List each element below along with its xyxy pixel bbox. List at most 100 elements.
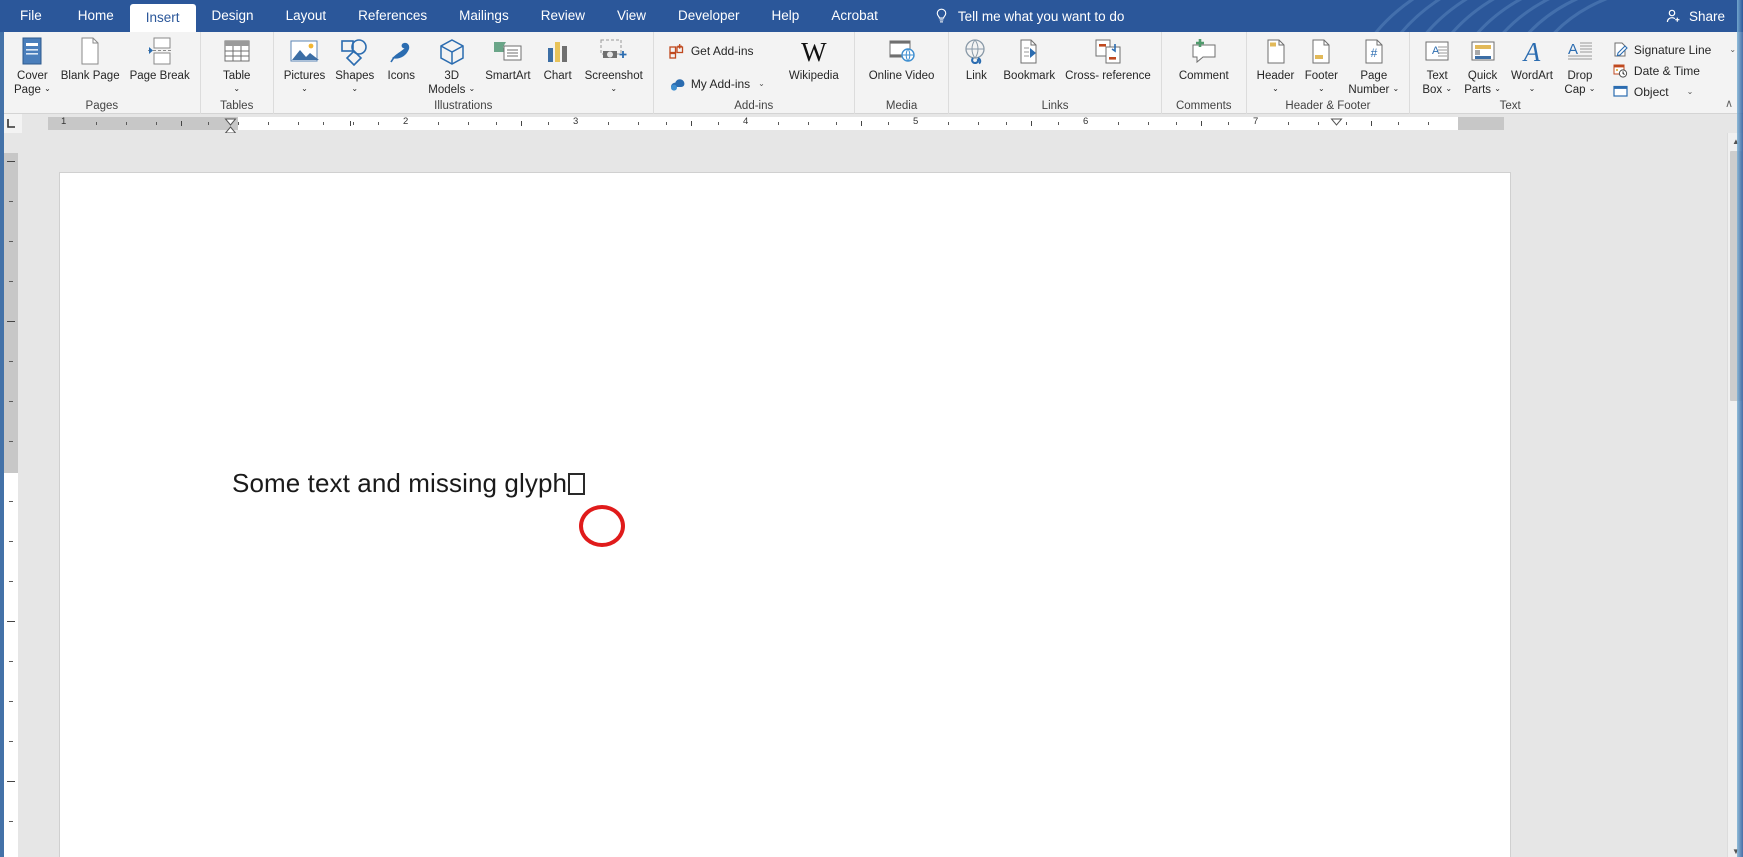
share-button[interactable]: Share — [1665, 0, 1725, 32]
tab-layout[interactable]: Layout — [270, 0, 343, 32]
pictures-label: Pictures⌄ — [284, 70, 326, 96]
first-line-indent-marker[interactable] — [224, 118, 237, 134]
blank-page-button[interactable]: Blank Page — [56, 32, 125, 83]
table-label: Table⌄ — [223, 70, 251, 96]
ribbon-tab-list[interactable]: File Home Insert Design Layout Reference… — [0, 0, 894, 32]
group-label-comments: Comments — [1162, 100, 1246, 112]
person-add-icon — [1665, 8, 1682, 24]
tab-view[interactable]: View — [601, 0, 662, 32]
bookmark-button[interactable]: Bookmark — [998, 32, 1060, 83]
online-video-button[interactable]: Online Video — [864, 32, 940, 83]
tab-insert[interactable]: Insert — [130, 4, 196, 32]
document-page[interactable]: Some text and missing glyph — [60, 173, 1510, 857]
date-time-button[interactable]: Date & Time — [1608, 60, 1741, 81]
ribbon-group-pages: CoverPage ⌄ Blank Page — [4, 32, 200, 114]
page-number-button[interactable]: # PageNumber ⌄ — [1343, 32, 1404, 96]
title-tab-bar: File Home Insert Design Layout Reference… — [0, 0, 1743, 32]
tab-mailings[interactable]: Mailings — [443, 0, 525, 32]
object-button[interactable]: Object ⌄ — [1608, 81, 1741, 102]
table-button[interactable]: Table⌄ — [215, 32, 259, 96]
page-break-button[interactable]: Page Break — [125, 32, 195, 83]
tab-developer[interactable]: Developer — [662, 0, 756, 32]
get-addins-icon — [669, 43, 685, 59]
window-right-edge — [1737, 0, 1743, 857]
page-break-icon — [146, 36, 174, 68]
wordart-button[interactable]: A WordArt⌄ — [1506, 32, 1558, 96]
link-button[interactable]: Link — [954, 32, 998, 83]
wordart-icon: A — [1524, 36, 1541, 68]
online-video-label: Online Video — [869, 70, 935, 83]
ruler-number-5: 5 — [913, 116, 918, 127]
tell-me-label: Tell me what you want to do — [958, 9, 1125, 24]
comment-button[interactable]: Comment — [1174, 32, 1234, 83]
ruler-right-margin — [1458, 117, 1504, 130]
cross-reference-label: Cross- reference — [1065, 70, 1151, 83]
collapse-ribbon-button[interactable]: ∧ — [1725, 97, 1733, 110]
lightbulb-icon — [934, 8, 949, 25]
ruler-number-3: 3 — [573, 116, 578, 127]
icons-icon — [386, 36, 416, 68]
ruler-number-2: 2 — [403, 116, 408, 127]
cross-reference-button[interactable]: Cross- reference — [1060, 32, 1156, 83]
icons-button[interactable]: Icons — [379, 32, 423, 83]
footer-button[interactable]: Footer⌄ — [1299, 32, 1343, 96]
chevron-down-icon[interactable]: ⌄ — [1729, 45, 1736, 54]
comment-icon — [1189, 36, 1219, 68]
smartart-button[interactable]: SmartArt — [480, 32, 535, 83]
3d-models-button[interactable]: 3DModels ⌄ — [423, 32, 480, 96]
tab-references[interactable]: References — [342, 0, 443, 32]
drop-cap-label: DropCap ⌄ — [1564, 70, 1595, 96]
signature-line-button[interactable]: Signature Line ⌄ — [1608, 39, 1741, 60]
signature-line-icon — [1613, 42, 1628, 57]
ribbon-group-illustrations: Pictures⌄ Shapes⌄ — [273, 32, 653, 114]
tab-help[interactable]: Help — [756, 0, 816, 32]
svg-text:#: # — [1370, 46, 1377, 60]
drop-cap-button[interactable]: A DropCap ⌄ — [1558, 32, 1602, 96]
tell-me-search[interactable]: Tell me what you want to do — [934, 0, 1125, 32]
horizontal-ruler[interactable]: 1 2 3 4 5 6 7 — [48, 117, 1504, 130]
page-number-label: PageNumber ⌄ — [1348, 70, 1399, 96]
chart-icon — [545, 36, 571, 68]
pictures-button[interactable]: Pictures⌄ — [279, 32, 331, 96]
header-label: Header⌄ — [1257, 70, 1295, 96]
ribbon-group-tables: Table⌄ Tables — [200, 32, 273, 114]
quick-parts-button[interactable]: QuickParts ⌄ — [1459, 32, 1506, 96]
bookmark-label: Bookmark — [1003, 70, 1055, 83]
chart-button[interactable]: Chart — [536, 32, 580, 83]
cover-page-label: CoverPage ⌄ — [14, 70, 51, 96]
header-button[interactable]: Header⌄ — [1252, 32, 1300, 96]
tab-home[interactable]: Home — [62, 0, 130, 32]
screenshot-label: Screenshot⌄ — [585, 70, 643, 96]
document-paragraph[interactable]: Some text and missing glyph — [232, 468, 585, 499]
object-label: Object — [1634, 85, 1669, 99]
ribbon-group-text: A TextBox ⌄ Qui — [1409, 32, 1743, 114]
tab-review[interactable]: Review — [525, 0, 601, 32]
right-indent-marker[interactable] — [1330, 118, 1343, 134]
get-addins-button[interactable]: Get Add-ins — [664, 40, 770, 61]
group-label-text: Text — [1410, 100, 1610, 112]
signature-line-label: Signature Line — [1634, 43, 1711, 57]
text-box-button[interactable]: A TextBox ⌄ — [1415, 32, 1459, 96]
text-box-icon: A — [1423, 36, 1451, 68]
shapes-button[interactable]: Shapes⌄ — [330, 32, 379, 96]
wikipedia-button[interactable]: W Wikipedia — [784, 32, 844, 83]
chevron-down-icon[interactable]: ⌄ — [758, 79, 765, 88]
cross-reference-icon — [1093, 36, 1123, 68]
ribbon-group-addins: Get Add-ins My Add-ins ⌄ W — [653, 32, 854, 114]
my-addins-button[interactable]: My Add-ins ⌄ — [664, 73, 770, 94]
smartart-icon — [492, 36, 524, 68]
tab-acrobat[interactable]: Acrobat — [815, 0, 894, 32]
document-workspace[interactable]: Some text and missing glyph ▲ ▼ — [0, 133, 1743, 857]
chevron-down-icon[interactable]: ⌄ — [1687, 87, 1694, 96]
my-addins-icon — [669, 76, 685, 92]
document-text-content: Some text and missing glyph — [232, 468, 567, 498]
online-video-icon — [887, 36, 917, 68]
screenshot-button[interactable]: Screenshot⌄ — [580, 32, 648, 96]
date-time-label: Date & Time — [1634, 64, 1700, 78]
svg-text:A: A — [1568, 41, 1578, 58]
tab-file[interactable]: File — [0, 0, 62, 32]
header-icon — [1263, 36, 1289, 68]
cover-page-button[interactable]: CoverPage ⌄ — [9, 32, 56, 96]
vertical-ruler[interactable] — [4, 133, 18, 857]
tab-design[interactable]: Design — [196, 0, 270, 32]
